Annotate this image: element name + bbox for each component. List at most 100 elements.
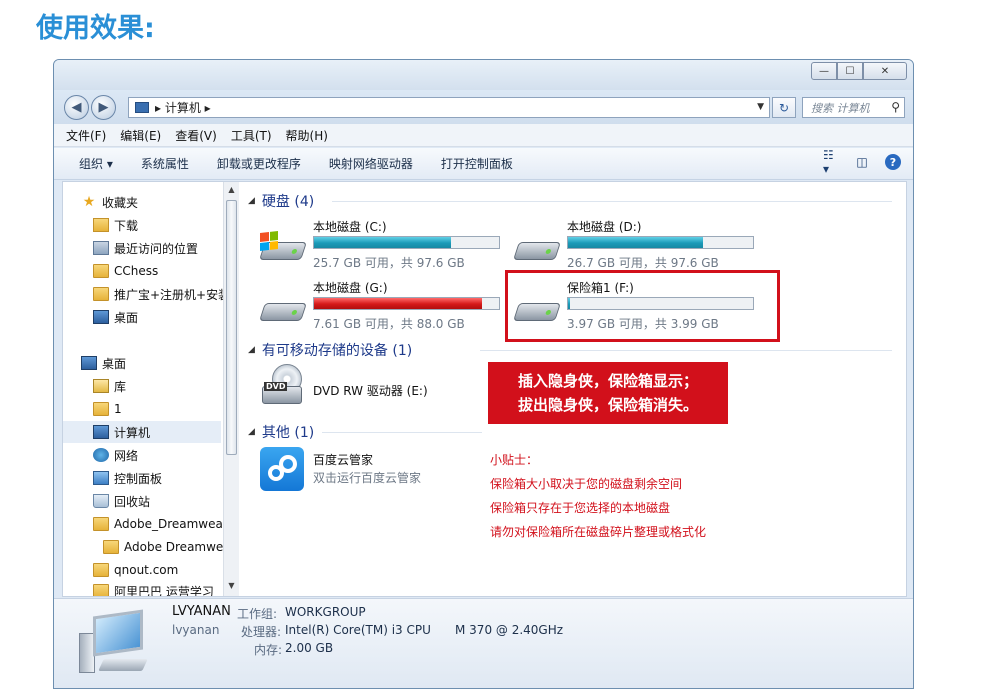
scroll-up-icon[interactable]: ▲ (226, 185, 237, 197)
drive-name: 本地磁盘 (D:) (567, 220, 642, 234)
drive-d[interactable]: 本地磁盘 (D:) 26.7 GB 可用，共 97.6 GB (513, 218, 764, 276)
search-icon[interactable]: ⚲ (891, 100, 900, 114)
sidebar-item-tuiguangbao[interactable]: 推广宝+注册机+安装 (93, 283, 223, 305)
help-icon[interactable]: ? (885, 154, 901, 170)
group-divider (322, 432, 482, 433)
sidebar-item-recent[interactable]: 最近访问的位置 (93, 237, 198, 259)
sidebar-item-label: 计算机 (114, 425, 151, 440)
folder-icon (93, 563, 109, 577)
menu-file[interactable]: 文件(F) (66, 127, 106, 144)
sidebar-item-qnout[interactable]: qnout.com (93, 559, 178, 581)
sidebar-item-libraries[interactable]: 库 (93, 375, 126, 397)
baidu-cloud-icon (260, 447, 304, 491)
downloads-folder-icon (93, 218, 109, 232)
page-title: 使用效果: (36, 13, 155, 44)
desktop-icon (81, 356, 97, 370)
refresh-icon: ↻ (778, 100, 790, 115)
dvd-drive-icon: DVD (260, 364, 306, 410)
sidebar-item-control-panel[interactable]: 控制面板 (93, 467, 162, 489)
drive-name: 本地磁盘 (G:) (313, 281, 388, 295)
minimize-button[interactable]: — (811, 62, 837, 80)
sidebar-item-label: qnout.com (114, 563, 179, 577)
sidebar-item-cchess[interactable]: CChess (93, 260, 158, 282)
menu-edit[interactable]: 编辑(E) (120, 127, 161, 144)
view-options-icon[interactable]: ☷ ▾ (823, 148, 841, 176)
drive-usage-fill (314, 237, 451, 248)
sidebar-item-alibaba[interactable]: 阿里巴巴 运营学习 (93, 580, 214, 596)
collapse-icon: ◢ (248, 427, 255, 437)
sidebar-item-recycle-bin[interactable]: 回收站 (93, 490, 150, 512)
sidebar-item-favorites[interactable]: ★ 收藏夹 (81, 191, 138, 213)
preview-pane-icon[interactable]: ◫ (853, 154, 871, 170)
group-header-hdd[interactable]: ◢ 硬盘 (4) (248, 191, 314, 211)
drive-usage-bar (567, 297, 754, 310)
uninstall-program-button[interactable]: 卸载或更改程序 (217, 155, 301, 172)
menu-view[interactable]: 查看(V) (175, 127, 217, 144)
sidebar-item-label: CChess (114, 264, 159, 278)
workgroup-value: WORKGROUP (285, 605, 366, 619)
callout-line: 拔出隐身侠，保险箱消失。 (517, 396, 698, 414)
drive-usage-fill (568, 237, 704, 248)
sidebar-item-network[interactable]: 网络 (93, 444, 138, 466)
address-path: ▸ 计算机 ▸ (155, 101, 211, 115)
hard-drive-icon (513, 232, 561, 262)
tips-box: 小贴士： 保险箱大小取决于您的磁盘剩余空间 保险箱只存在于您选择的本地磁盘 请勿… (490, 448, 706, 544)
refresh-button[interactable]: ↻ (772, 97, 796, 118)
sidebar-scrollbar[interactable]: ▲ ▼ (223, 182, 239, 596)
address-bar: ◀ ▶ ▸ 计算机 ▸ ▼ ↻ 搜索 计算机 ⚲ (54, 90, 913, 124)
scrollbar-thumb[interactable] (226, 200, 237, 455)
workgroup-label: 工作组: (237, 607, 278, 621)
sidebar-item-label: 1 (114, 402, 122, 416)
sidebar-item-desktop-fav[interactable]: 桌面 (93, 306, 138, 328)
sidebar-item-label: 阿里巴巴 运营学习 (114, 584, 214, 597)
search-placeholder: 搜索 计算机 (811, 101, 870, 115)
sidebar-item-computer[interactable]: 计算机 (63, 421, 221, 443)
sidebar-item-1[interactable]: 1 (93, 398, 122, 420)
search-input[interactable]: 搜索 计算机 ⚲ (802, 97, 905, 118)
baidu-cloud-item[interactable]: 百度云管家 双击运行百度云管家 (260, 447, 510, 497)
map-network-drive-button[interactable]: 映射网络驱动器 (329, 155, 413, 172)
drive-g[interactable]: 本地磁盘 (G:) 7.61 GB 可用，共 88.0 GB (259, 279, 510, 337)
arrow-right-icon: ▶ (98, 100, 109, 115)
forward-button[interactable]: ▶ (91, 95, 116, 120)
group-title: 有可移动存储的设备 (1) (261, 343, 413, 359)
maximize-button[interactable]: ☐ (837, 62, 863, 80)
app-name: 百度云管家 (313, 453, 374, 467)
group-divider (332, 201, 892, 202)
content-area: ★ 收藏夹 下载 最近访问的位置 CChess 推广宝+注册机+安装 桌面 桌面… (62, 181, 907, 597)
drive-name: 保险箱1 (F:) (567, 281, 634, 295)
menu-bar: 文件(F) 编辑(E) 查看(V) 工具(T) 帮助(H) (54, 124, 913, 147)
group-header-removable[interactable]: ◢ 有可移动存储的设备 (1) (248, 340, 412, 360)
control-panel-icon (93, 471, 109, 485)
system-properties-button[interactable]: 系统属性 (141, 155, 189, 172)
menu-tools[interactable]: 工具(T) (231, 127, 272, 144)
sidebar-item-label: 下载 (114, 218, 139, 233)
drive-e-dvd[interactable]: DVD DVD RW 驱动器 (E:) (260, 364, 510, 414)
group-header-other[interactable]: ◢ 其他 (1) (248, 422, 314, 442)
scroll-down-icon[interactable]: ▼ (226, 581, 237, 593)
address-field[interactable]: ▸ 计算机 ▸ ▼ (128, 97, 770, 118)
collapse-icon: ◢ (248, 196, 255, 206)
hard-drive-icon (259, 231, 307, 262)
menu-help[interactable]: 帮助(H) (286, 127, 328, 144)
tips-line: 保险箱只存在于您选择的本地磁盘 (490, 501, 671, 515)
sidebar-item-desktop[interactable]: 桌面 (81, 352, 126, 374)
sidebar-item-adobe-dw-2[interactable]: Adobe Dreamweaver (103, 536, 223, 558)
library-icon (93, 379, 109, 393)
folder-icon (93, 287, 109, 301)
drive-c[interactable]: 本地磁盘 (C:) 25.7 GB 可用，共 97.6 GB (259, 218, 510, 276)
organize-button[interactable]: 组织 ▾ (79, 155, 113, 172)
folder-icon (93, 264, 109, 278)
user-folder-icon (93, 402, 109, 416)
windows-logo-icon (260, 231, 278, 251)
open-control-panel-button[interactable]: 打开控制面板 (441, 155, 513, 172)
chevron-down-icon[interactable]: ▼ (757, 102, 764, 112)
sidebar-item-adobe-dw[interactable]: Adobe_Dreamweaver (93, 513, 223, 535)
sidebar-item-downloads[interactable]: 下载 (93, 214, 138, 236)
drive-space-info: 26.7 GB 可用，共 97.6 GB (567, 256, 719, 270)
back-button[interactable]: ◀ (64, 95, 89, 120)
close-button[interactable]: ✕ (863, 62, 907, 80)
dvd-label: DVD (264, 382, 288, 391)
drive-f-safe[interactable]: 保险箱1 (F:) 3.97 GB 可用，共 3.99 GB (513, 279, 764, 337)
app-desc: 双击运行百度云管家 (313, 471, 422, 485)
